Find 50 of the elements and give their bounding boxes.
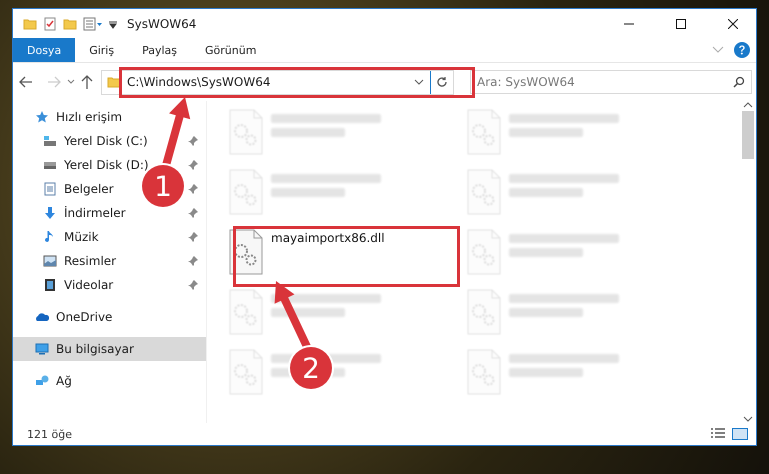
up-button[interactable] bbox=[81, 75, 93, 89]
item-count: 121 öğe bbox=[27, 428, 73, 440]
folder-icon bbox=[107, 75, 121, 89]
ribbon-tab[interactable]: Paylaş bbox=[128, 38, 191, 62]
properties-icon[interactable] bbox=[83, 16, 103, 30]
drive-icon bbox=[43, 134, 57, 148]
scrollbar-thumb[interactable] bbox=[742, 111, 754, 159]
document-icon bbox=[43, 182, 57, 196]
sidebar-item[interactable]: İndirmeler bbox=[64, 206, 126, 220]
large-icons-view-icon[interactable] bbox=[732, 428, 748, 440]
sidebar-item[interactable]: Belgeler bbox=[64, 182, 114, 196]
star-icon bbox=[35, 110, 49, 124]
scroll-up-icon[interactable] bbox=[743, 101, 753, 109]
sidebar-item[interactable]: Müzik bbox=[64, 230, 99, 244]
file-name[interactable]: mayaimportx86.dll bbox=[271, 231, 385, 245]
ribbon-tab[interactable]: Giriş bbox=[75, 38, 128, 62]
sidebar-item[interactable]: Ağ bbox=[13, 369, 206, 393]
computer-icon bbox=[35, 342, 49, 356]
maximize-icon bbox=[676, 18, 686, 28]
network-icon bbox=[35, 374, 49, 388]
checkmark-icon[interactable] bbox=[43, 16, 57, 30]
new-folder-icon bbox=[63, 16, 77, 30]
folder-icon bbox=[23, 16, 37, 30]
sidebar-item[interactable]: Hızlı erişim bbox=[13, 105, 206, 129]
ribbon-tab[interactable]: Dosya bbox=[13, 38, 76, 62]
sidebar-item[interactable]: Resimler bbox=[64, 254, 116, 268]
film-icon bbox=[43, 278, 57, 292]
chevron-down-icon bbox=[712, 46, 724, 54]
step-number: 2 bbox=[290, 347, 332, 389]
sidebar-item[interactable]: Bu bilgisayar bbox=[13, 337, 206, 361]
sidebar-item[interactable]: Yerel Disk (C:) bbox=[64, 134, 148, 148]
ribbon-tab[interactable]: Görünüm bbox=[191, 38, 270, 62]
address-bar[interactable]: C:\Windows\SysWOW64 bbox=[101, 70, 454, 94]
search-icon bbox=[733, 76, 745, 88]
back-button[interactable] bbox=[19, 76, 33, 88]
sidebar-item[interactable]: OneDrive bbox=[13, 305, 206, 329]
sidebar-item[interactable]: Yerel Disk (D:) bbox=[64, 158, 149, 172]
dropdown-icon[interactable] bbox=[414, 79, 424, 85]
dropdown-icon[interactable] bbox=[109, 18, 117, 28]
window-title: SysWOW64 bbox=[127, 16, 198, 30]
close-icon bbox=[728, 18, 738, 28]
sidebar-item[interactable]: Videolar bbox=[64, 278, 114, 292]
scroll-down-icon[interactable] bbox=[743, 415, 753, 423]
picture-icon bbox=[43, 254, 57, 268]
refresh-icon bbox=[436, 76, 448, 88]
details-view-icon[interactable] bbox=[710, 428, 726, 440]
download-icon bbox=[43, 206, 57, 220]
scrollbar[interactable] bbox=[740, 101, 756, 423]
recent-locations-button[interactable] bbox=[67, 79, 75, 85]
search-field[interactable]: Ara: SysWOW64 bbox=[470, 70, 752, 94]
